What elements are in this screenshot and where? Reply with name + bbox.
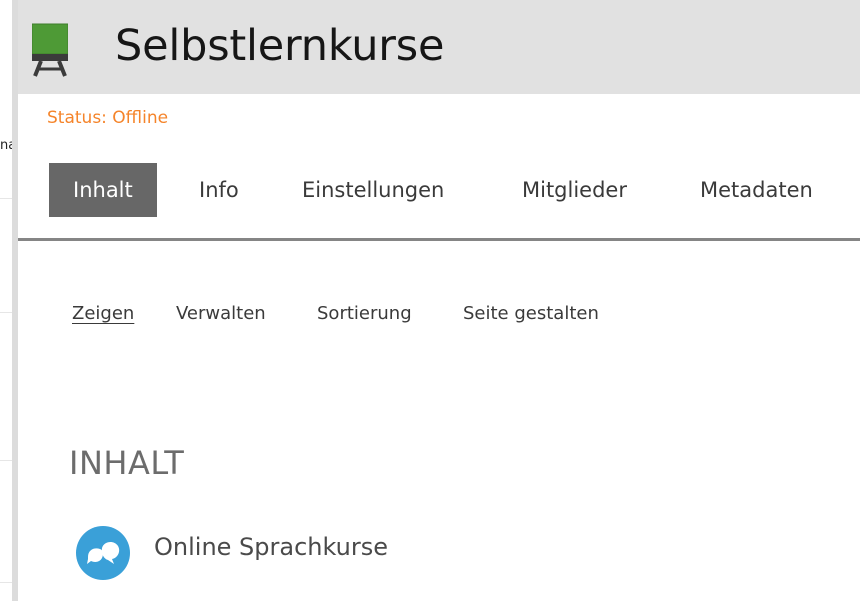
list-item[interactable]: Online Sprachkurse xyxy=(76,526,576,580)
background-cut-text: na xyxy=(0,138,12,153)
status-text: Status: Offline xyxy=(47,108,169,128)
background-divider xyxy=(0,582,12,583)
background-page-edge: na xyxy=(0,0,12,601)
background-divider xyxy=(0,460,12,461)
subtab-sortierung[interactable]: Sortierung xyxy=(317,303,412,324)
page-title: Selbstlernkurse xyxy=(115,21,445,71)
learning-module-icon xyxy=(31,22,69,78)
speech-bubbles-icon xyxy=(76,526,130,580)
subtab-verwalten[interactable]: Verwalten xyxy=(176,303,266,324)
background-divider xyxy=(0,312,12,313)
list-item-label: Online Sprachkurse xyxy=(154,533,388,561)
subtab-seite-gestalten[interactable]: Seite gestalten xyxy=(463,303,599,324)
section-title: INHALT xyxy=(69,444,185,482)
tab-info[interactable]: Info xyxy=(199,163,239,217)
background-divider xyxy=(0,198,12,199)
page-header: Selbstlernkurse xyxy=(18,0,860,94)
tab-einstellungen[interactable]: Einstellungen xyxy=(302,163,444,217)
tabs-divider xyxy=(18,238,860,241)
tab-metadaten[interactable]: Metadaten xyxy=(700,163,813,217)
tab-mitglieder[interactable]: Mitglieder xyxy=(522,163,627,217)
tab-inhalt[interactable]: Inhalt xyxy=(49,163,157,217)
subtab-zeigen[interactable]: Zeigen xyxy=(72,303,134,324)
